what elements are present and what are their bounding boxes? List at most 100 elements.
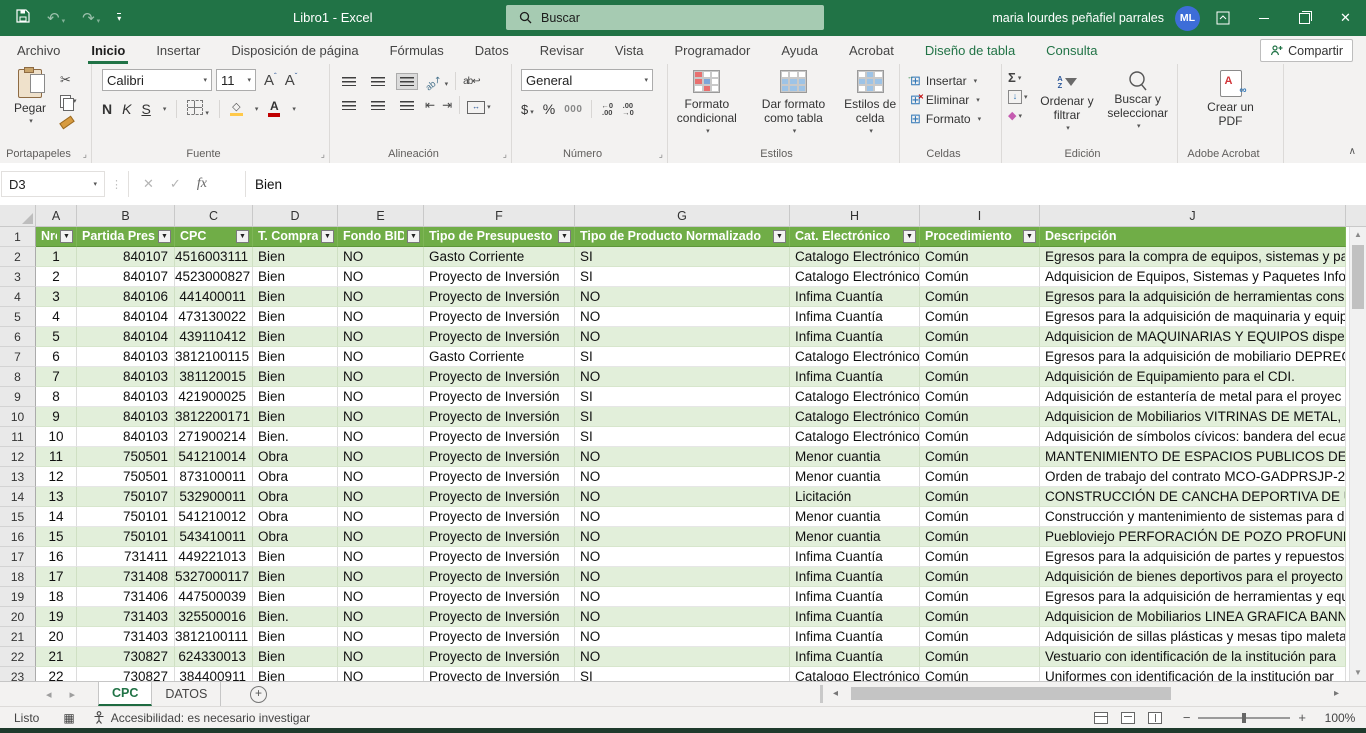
cell[interactable]: Común — [920, 367, 1040, 387]
cell[interactable]: 439110412 — [175, 327, 253, 347]
row-header-20[interactable]: 20 — [0, 607, 36, 627]
cell[interactable]: NO — [338, 307, 424, 327]
cell[interactable]: NO — [338, 287, 424, 307]
cell[interactable]: Común — [920, 287, 1040, 307]
row-header-19[interactable]: 19 — [0, 587, 36, 607]
cell[interactable]: Proyecto de Inversión — [424, 507, 575, 527]
cell[interactable]: NO — [338, 367, 424, 387]
cell[interactable]: SI — [575, 667, 790, 681]
page-break-view-icon[interactable] — [1148, 712, 1162, 724]
cell[interactable]: Adquisición de símbolos cívicos: bandera… — [1040, 427, 1346, 447]
row-header-18[interactable]: 18 — [0, 567, 36, 587]
row-header-2[interactable]: 2 — [0, 247, 36, 267]
cell[interactable]: Bien — [253, 347, 338, 367]
ribbon-tab-consulta[interactable]: Consulta — [1043, 36, 1100, 64]
cell[interactable]: Infima Cuantía — [790, 627, 920, 647]
cell[interactable]: 325500016 — [175, 607, 253, 627]
cell[interactable]: SI — [575, 247, 790, 267]
row-header-11[interactable]: 11 — [0, 427, 36, 447]
cell[interactable]: 750501 — [77, 447, 175, 467]
align-top-button[interactable] — [338, 73, 360, 90]
cell[interactable]: Uniformes con identificación de la insti… — [1040, 667, 1346, 681]
cell[interactable]: Común — [920, 427, 1040, 447]
column-header-J[interactable]: J — [1040, 205, 1346, 226]
cell[interactable]: Común — [920, 607, 1040, 627]
row-header-3[interactable]: 3 — [0, 267, 36, 287]
cell[interactable]: 5327000117 — [175, 567, 253, 587]
table-header-cell[interactable]: Nro.▼ — [36, 227, 77, 247]
number-format-select[interactable]: General▾ — [521, 69, 653, 91]
cell[interactable]: 384400911 — [175, 667, 253, 681]
hscroll-left-icon[interactable]: ◂ — [833, 682, 838, 706]
column-header-I[interactable]: I — [920, 205, 1040, 226]
row-header-16[interactable]: 16 — [0, 527, 36, 547]
cell[interactable]: Bien — [253, 567, 338, 587]
cell[interactable]: NO — [575, 447, 790, 467]
cut-button[interactable]: ✂ — [60, 72, 77, 88]
cell[interactable]: Catalogo Electrónico — [790, 427, 920, 447]
cell[interactable]: 421900025 — [175, 387, 253, 407]
scroll-down-icon[interactable]: ▼ — [1350, 665, 1366, 681]
cell[interactable]: Vestuario con identificación de la insti… — [1040, 647, 1346, 667]
column-header-B[interactable]: B — [77, 205, 175, 226]
currency-format-button[interactable]: $▾ — [521, 102, 534, 117]
row-header-23[interactable]: 23 — [0, 667, 36, 681]
cell[interactable]: NO — [575, 307, 790, 327]
cell[interactable]: 473130022 — [175, 307, 253, 327]
ribbon-tab-insertar[interactable]: Insertar — [153, 36, 203, 64]
normal-view-icon[interactable] — [1094, 712, 1108, 724]
format-painter-button[interactable] — [60, 114, 77, 130]
cell[interactable]: Catalogo Electrónico — [790, 267, 920, 287]
row-header-12[interactable]: 12 — [0, 447, 36, 467]
cell[interactable]: 541210014 — [175, 447, 253, 467]
row-header-6[interactable]: 6 — [0, 327, 36, 347]
cell[interactable]: Común — [920, 467, 1040, 487]
row-header-17[interactable]: 17 — [0, 547, 36, 567]
cell[interactable]: NO — [575, 327, 790, 347]
cell[interactable]: 2 — [36, 267, 77, 287]
cell[interactable]: Construcción y mantenimiento de sistemas… — [1040, 507, 1346, 527]
cell[interactable]: Bien — [253, 247, 338, 267]
cell[interactable]: Adquisicion de MAQUINARIAS Y EQUIPOS dis… — [1040, 327, 1346, 347]
cell[interactable]: 17 — [36, 567, 77, 587]
cell[interactable]: 731403 — [77, 607, 175, 627]
cell[interactable]: NO — [338, 427, 424, 447]
filter-button[interactable]: ▼ — [1023, 230, 1036, 243]
dialog-launcher-icon[interactable]: ⌟ — [503, 149, 507, 160]
cell[interactable]: 541210012 — [175, 507, 253, 527]
cell[interactable]: NO — [338, 587, 424, 607]
cell[interactable]: 4523000827 — [175, 267, 253, 287]
cell[interactable]: 840107 — [77, 267, 175, 287]
cell[interactable]: 750501 — [77, 467, 175, 487]
cell[interactable]: Común — [920, 547, 1040, 567]
column-header-G[interactable]: G — [575, 205, 790, 226]
italic-button[interactable]: K — [122, 101, 131, 117]
cell[interactable]: 873100011 — [175, 467, 253, 487]
row-header-21[interactable]: 21 — [0, 627, 36, 647]
accessibility-checker[interactable]: Accesibilidad: es necesario investigar — [93, 711, 310, 725]
table-header-cell[interactable]: T. Compra▼ — [253, 227, 338, 247]
row-header-14[interactable]: 14 — [0, 487, 36, 507]
cell[interactable]: Infima Cuantía — [790, 567, 920, 587]
cell[interactable]: 12 — [36, 467, 77, 487]
cell[interactable]: Común — [920, 587, 1040, 607]
table-header-cell[interactable]: Cat. Electrónico▼ — [790, 227, 920, 247]
cell[interactable]: Bien — [253, 267, 338, 287]
cell[interactable]: Común — [920, 407, 1040, 427]
cell[interactable]: Bien. — [253, 607, 338, 627]
cell[interactable]: 840103 — [77, 347, 175, 367]
cell[interactable]: Adquisicion de Mobiliarios VITRINAS DE M… — [1040, 407, 1346, 427]
wrap-text-button[interactable]: ab↩ — [463, 76, 480, 87]
cell[interactable]: Común — [920, 527, 1040, 547]
save-icon[interactable] — [16, 9, 30, 27]
decrease-font-icon[interactable]: Aˇ — [285, 72, 298, 89]
cell[interactable]: Proyecto de Inversión — [424, 407, 575, 427]
cancel-icon[interactable]: ✕ — [143, 176, 154, 192]
cell[interactable]: Infima Cuantía — [790, 607, 920, 627]
cell[interactable]: Catalogo Electrónico — [790, 387, 920, 407]
cell[interactable]: CONSTRUCCIÓN DE CANCHA DEPORTIVA DE USO … — [1040, 487, 1346, 507]
cell[interactable]: 624330013 — [175, 647, 253, 667]
cell[interactable]: NO — [575, 567, 790, 587]
cell[interactable]: 731408 — [77, 567, 175, 587]
dialog-launcher-icon[interactable]: ⌟ — [659, 149, 663, 160]
